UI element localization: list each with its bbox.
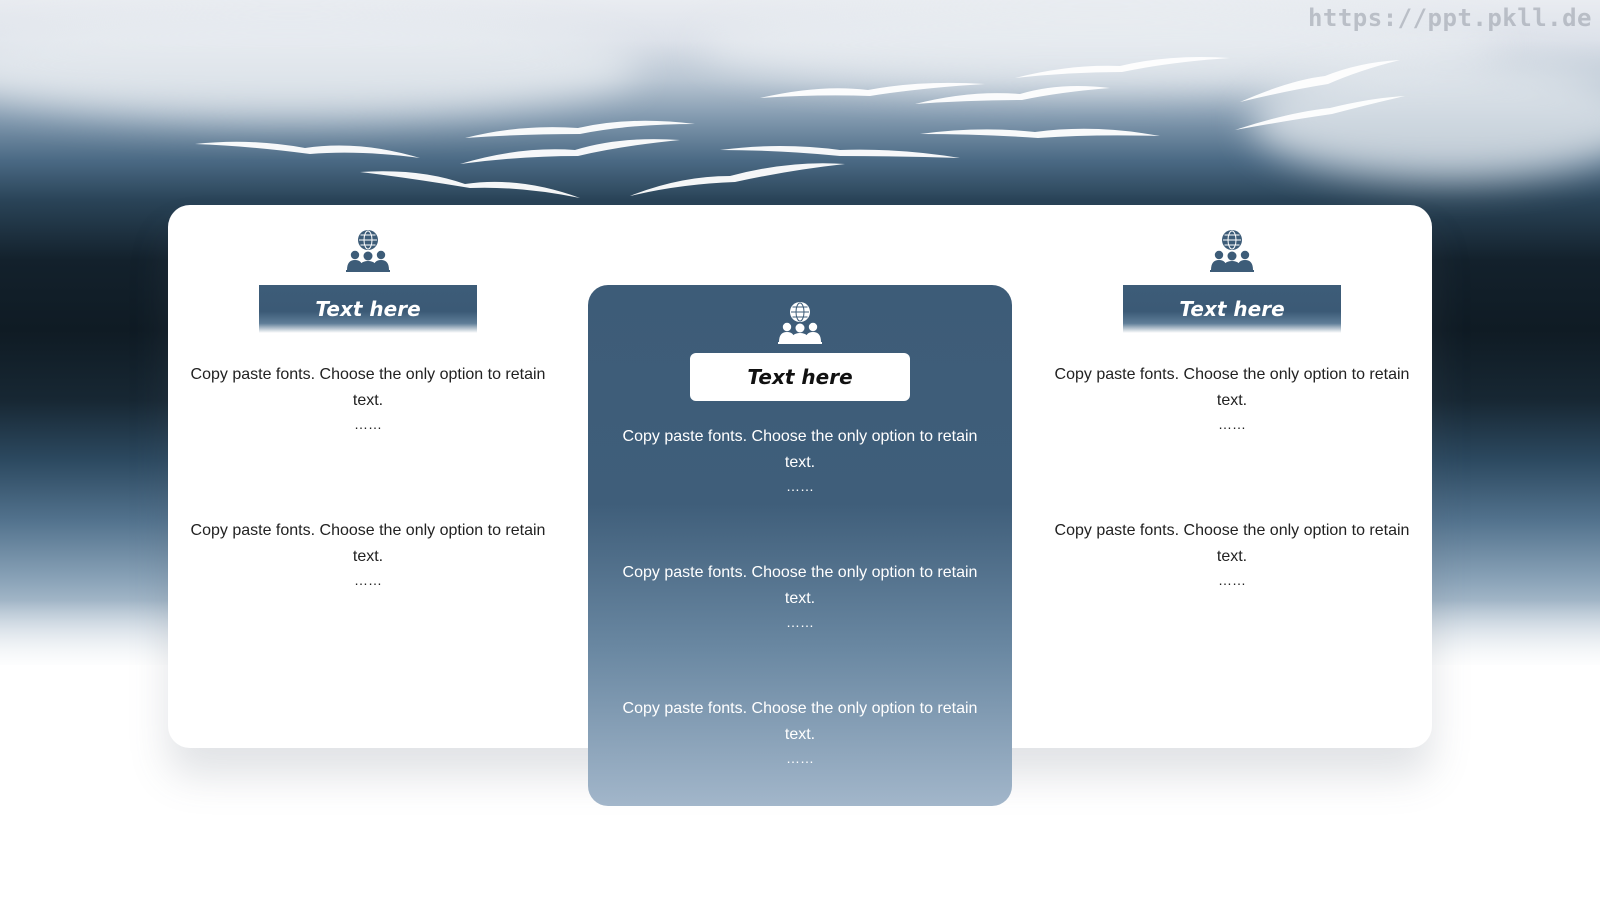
right-title: Text here: [1179, 297, 1285, 321]
ellipsis: ……: [786, 750, 814, 766]
people-globe-icon: [778, 302, 822, 344]
ellipsis: ……: [354, 572, 382, 588]
ellipsis: ……: [786, 478, 814, 494]
ellipsis: ……: [786, 614, 814, 630]
center-paragraph-2: Copy paste fonts. Choose the only option…: [620, 560, 980, 632]
center-paragraph-3: Copy paste fonts. Choose the only option…: [620, 696, 980, 768]
left-paragraph-2: Copy paste fonts. Choose the only option…: [188, 518, 548, 590]
ellipsis: ……: [1218, 572, 1246, 588]
left-title: Text here: [315, 297, 421, 321]
left-paragraph-1: Copy paste fonts. Choose the only option…: [188, 362, 548, 434]
center-title: Text here: [747, 365, 853, 389]
people-globe-icon: [346, 230, 390, 272]
ellipsis: ……: [1218, 416, 1246, 432]
paragraph-text: Copy paste fonts. Choose the only option…: [1054, 366, 1410, 409]
left-title-box: Text here: [259, 285, 477, 333]
paragraph-text: Copy paste fonts. Choose the only option…: [622, 428, 978, 471]
right-paragraph-2: Copy paste fonts. Choose the only option…: [1052, 518, 1412, 590]
paragraph-text: Copy paste fonts. Choose the only option…: [622, 564, 978, 607]
ellipsis: ……: [354, 416, 382, 432]
slide: https://ppt.pkll.de Text here Copy paste…: [0, 0, 1600, 900]
people-globe-icon: [1210, 230, 1254, 272]
paragraph-text: Copy paste fonts. Choose the only option…: [190, 522, 546, 565]
right-paragraph-1: Copy paste fonts. Choose the only option…: [1052, 362, 1412, 434]
watermark-url: https://ppt.pkll.de: [1307, 4, 1592, 32]
paragraph-text: Copy paste fonts. Choose the only option…: [190, 366, 546, 409]
paragraph-text: Copy paste fonts. Choose the only option…: [622, 700, 978, 743]
center-paragraph-1: Copy paste fonts. Choose the only option…: [620, 424, 980, 496]
paragraph-text: Copy paste fonts. Choose the only option…: [1054, 522, 1410, 565]
right-title-box: Text here: [1123, 285, 1341, 333]
center-title-box: Text here: [690, 353, 910, 401]
